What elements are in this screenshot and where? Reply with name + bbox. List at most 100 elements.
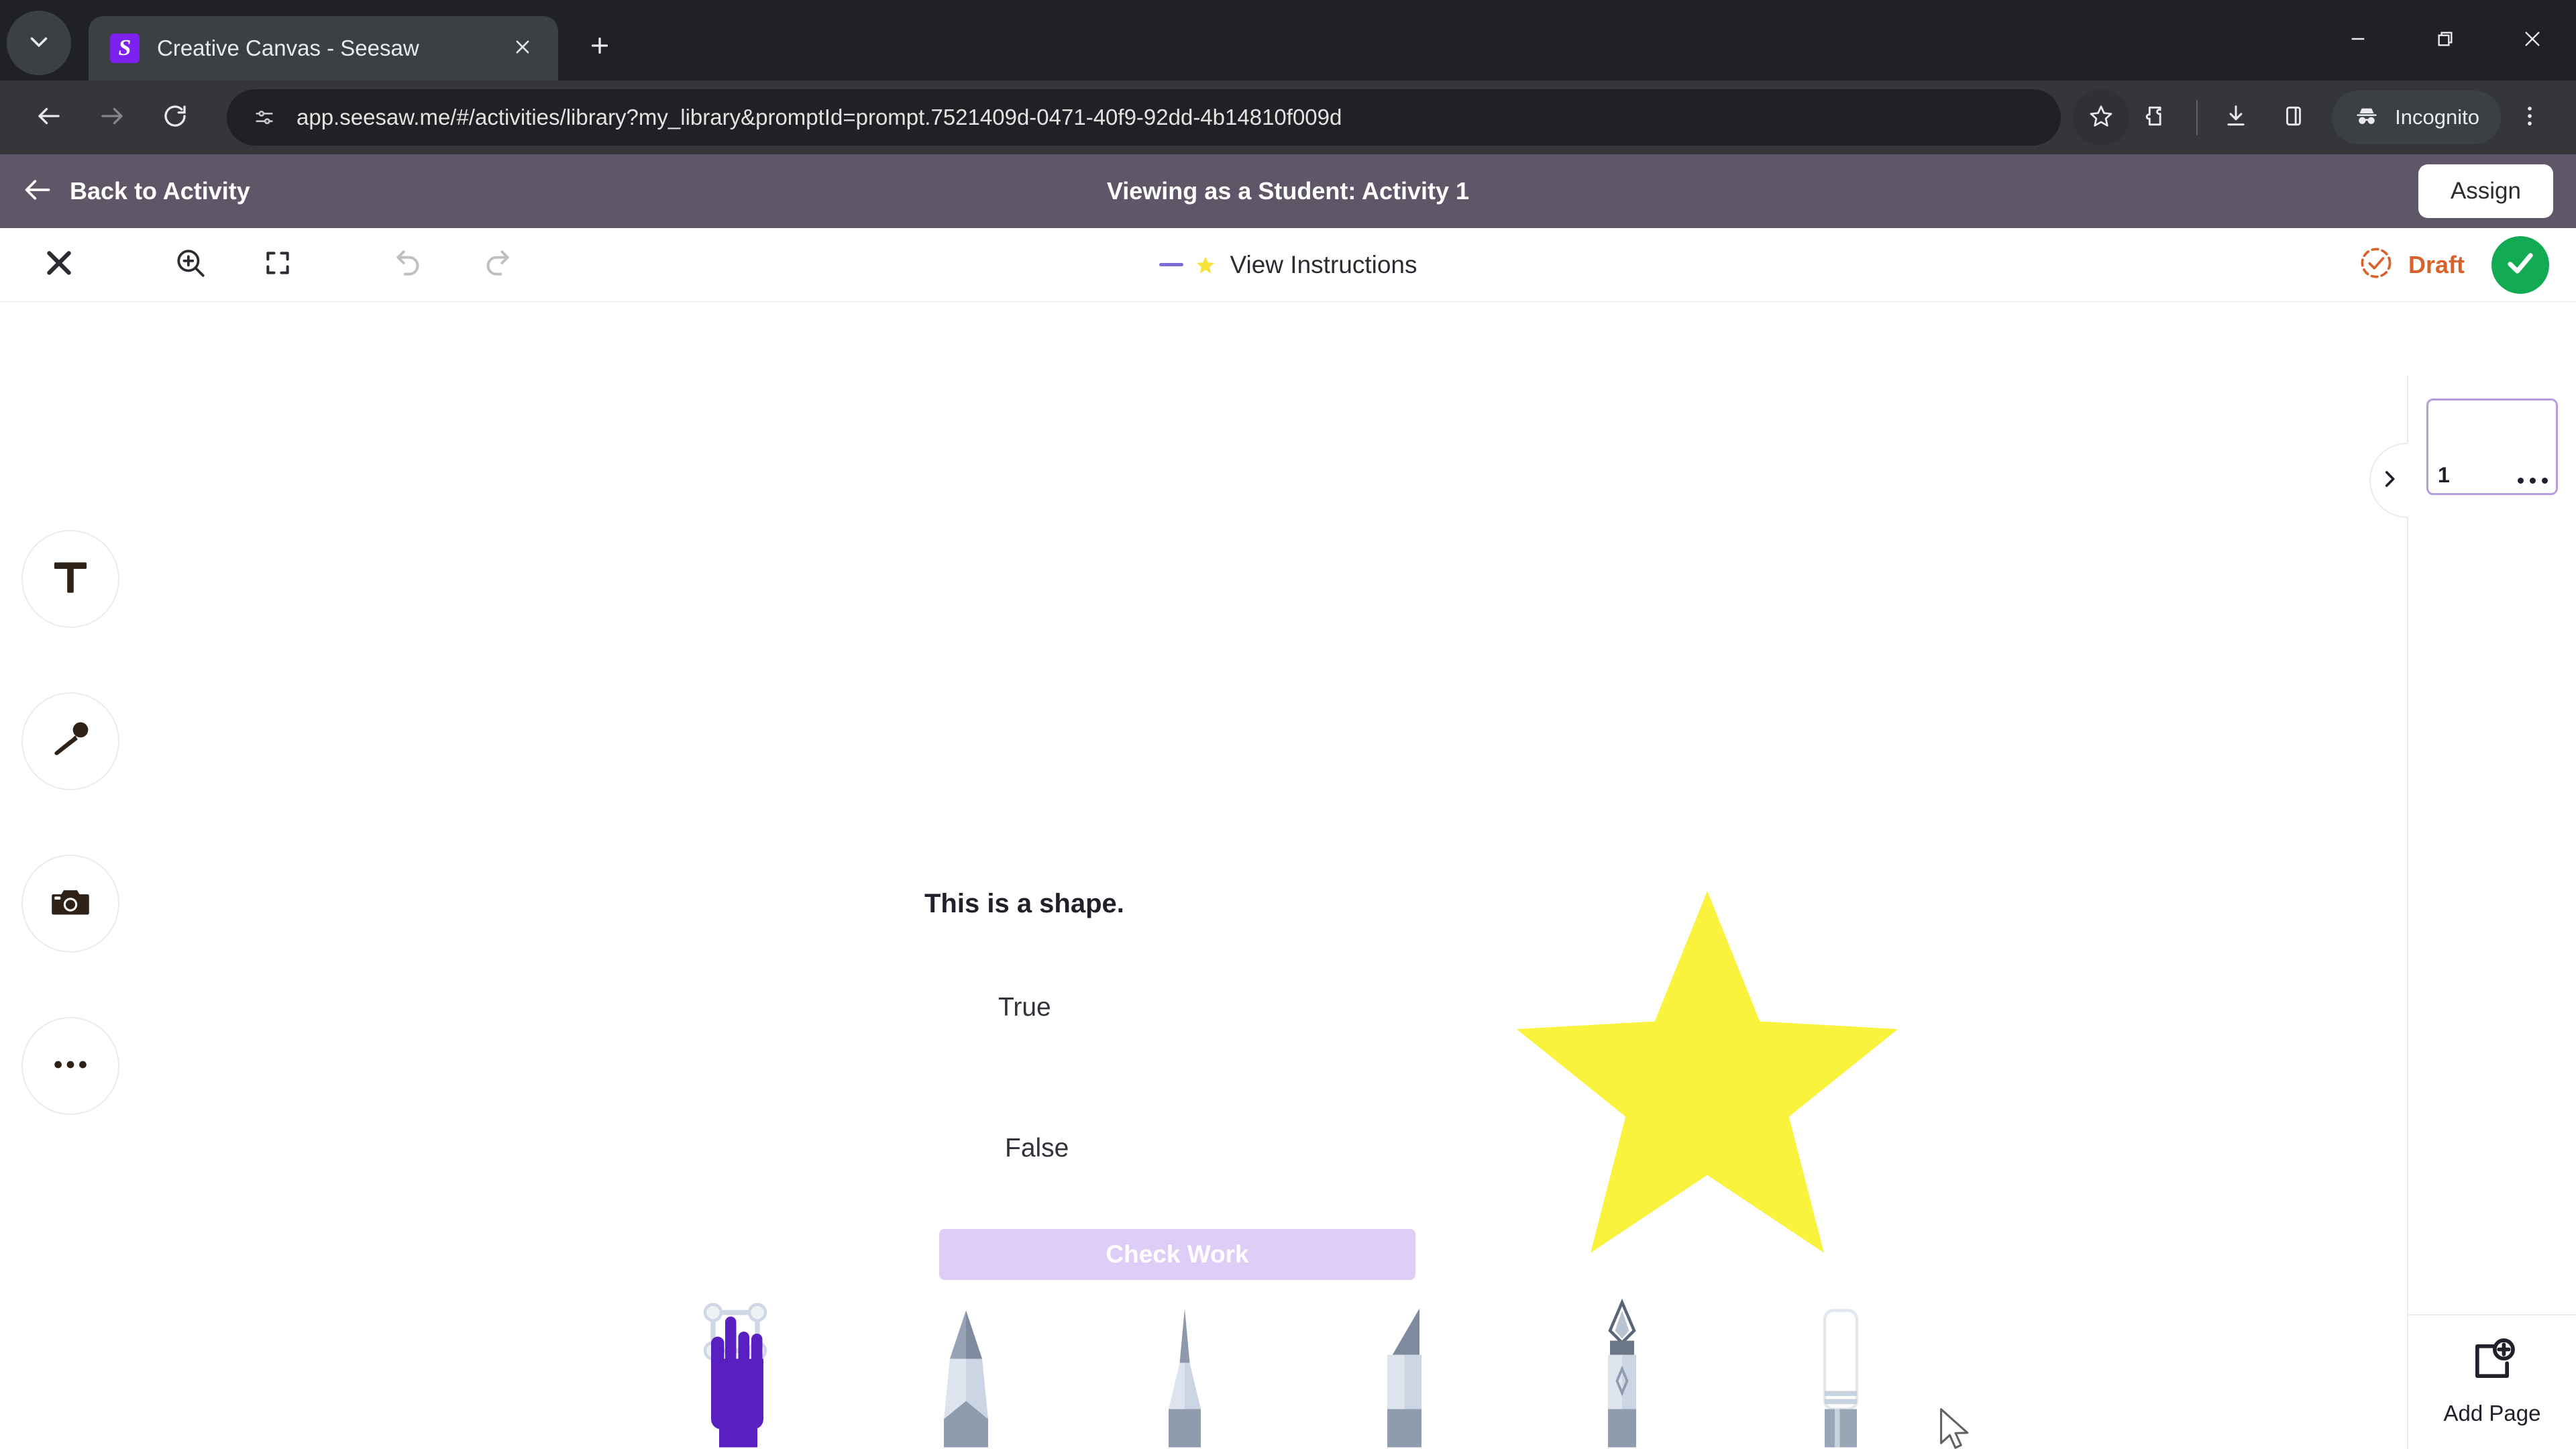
add-page-button[interactable]: Add Page — [2408, 1314, 2576, 1449]
assign-button[interactable]: Assign — [2418, 164, 2553, 218]
microphone-tool-button[interactable] — [21, 692, 119, 790]
star-shape[interactable] — [1513, 882, 1902, 1258]
microphone-icon — [48, 717, 93, 766]
minimize-icon — [2347, 28, 2369, 53]
undo-button[interactable] — [377, 233, 441, 297]
forward-button[interactable] — [80, 86, 144, 149]
extensions-button[interactable] — [2129, 89, 2187, 146]
address-bar[interactable]: app.seesaw.me/#/activities/library?my_li… — [227, 89, 2061, 146]
camera-icon — [48, 879, 93, 928]
zoom-in-button[interactable] — [158, 233, 223, 297]
page-thumbnail[interactable]: 1 — [2426, 398, 2558, 495]
redo-icon — [480, 246, 513, 283]
page-panel: 1 Add Page — [2369, 376, 2576, 1449]
option-false[interactable]: False — [1005, 1134, 1069, 1163]
redo-button[interactable] — [464, 233, 529, 297]
close-icon — [42, 246, 76, 283]
side-panel-icon — [2281, 103, 2306, 132]
app-header: Back to Activity Viewing as a Student: A… — [0, 154, 2576, 228]
page-menu-button[interactable] — [2518, 478, 2548, 484]
back-to-activity-button[interactable]: Back to Activity — [23, 175, 250, 208]
left-tool-rail — [0, 376, 141, 1449]
downloads-icon — [2223, 103, 2249, 132]
marker-tool[interactable] — [1353, 1295, 1454, 1449]
close-window-button[interactable] — [2489, 0, 2576, 80]
more-horizontal-icon — [2530, 478, 2536, 484]
arrow-right-icon — [98, 102, 126, 133]
bookmark-button[interactable] — [2073, 89, 2130, 146]
canvas-toolbar: View Instructions Draft — [0, 228, 2576, 302]
browser-toolbar: app.seesaw.me/#/activities/library?my_li… — [0, 80, 2576, 154]
browser-chrome: S Creative Canvas - Seesaw app.seesaw.me… — [0, 0, 2576, 154]
extensions-puzzle-icon — [2145, 103, 2171, 132]
check-icon — [2503, 246, 2538, 284]
browser-tab[interactable]: S Creative Canvas - Seesaw — [89, 16, 558, 80]
fullscreen-icon — [263, 248, 292, 281]
option-true[interactable]: True — [998, 993, 1051, 1022]
site-settings-icon[interactable] — [250, 103, 279, 132]
more-tools-button[interactable] — [21, 1017, 119, 1115]
check-work-button[interactable]: Check Work — [939, 1229, 1415, 1280]
url-text: app.seesaw.me/#/activities/library?my_li… — [297, 105, 1342, 129]
close-icon — [2522, 28, 2543, 53]
incognito-label: Incognito — [2395, 105, 2479, 129]
back-button[interactable] — [17, 86, 80, 149]
close-canvas-button[interactable] — [27, 233, 91, 297]
page-number: 1 — [2438, 463, 2450, 487]
incognito-indicator[interactable]: Incognito — [2332, 91, 2501, 144]
text-icon — [48, 555, 93, 604]
add-page-label: Add Page — [2443, 1401, 2541, 1426]
tab-title: Creative Canvas - Seesaw — [157, 36, 419, 60]
tab-close-button[interactable] — [504, 30, 541, 66]
close-icon — [513, 38, 532, 60]
toolbar-divider — [2196, 100, 2198, 135]
side-panel-button[interactable] — [2265, 89, 2322, 146]
reload-button[interactable] — [144, 86, 207, 149]
pencil-tool[interactable] — [916, 1295, 1016, 1449]
view-instructions-button[interactable]: View Instructions — [1159, 251, 1417, 279]
undo-icon — [392, 246, 426, 283]
back-to-activity-label: Back to Activity — [70, 177, 250, 205]
fountain-pen-tool[interactable] — [1572, 1295, 1672, 1449]
zoom-in-icon — [174, 246, 207, 283]
tab-strip: S Creative Canvas - Seesaw — [0, 0, 2576, 80]
instruction-dash — [1159, 263, 1183, 266]
fullscreen-button[interactable] — [246, 233, 310, 297]
minimize-window-button[interactable] — [2314, 0, 2402, 80]
browser-menu-button[interactable] — [2501, 89, 2559, 146]
restore-window-button[interactable] — [2402, 0, 2489, 80]
drawing-tool-tray — [141, 1281, 2407, 1449]
star-outline-icon — [2088, 103, 2114, 132]
seesaw-favicon: S — [110, 34, 140, 63]
more-horizontal-icon — [48, 1042, 93, 1091]
main-area: This is a shape. True False Check Work 1… — [0, 376, 2576, 1449]
view-instructions-label: View Instructions — [1230, 250, 1417, 278]
add-page-icon — [2467, 1336, 2518, 1390]
reload-icon — [161, 102, 189, 133]
prompt-text: This is a shape. — [924, 889, 1124, 918]
page-title: Viewing as a Student: Activity 1 — [1106, 177, 1470, 205]
pen-tool[interactable] — [1134, 1295, 1235, 1449]
text-tool-button[interactable] — [21, 530, 119, 628]
star-icon — [1195, 255, 1216, 275]
more-horizontal-icon — [2518, 478, 2524, 484]
hand-tool[interactable] — [697, 1295, 798, 1449]
canvas[interactable]: This is a shape. True False Check Work — [141, 376, 2407, 1449]
arrow-left-icon — [23, 175, 52, 208]
draft-check-circle-icon — [2359, 246, 2394, 284]
eraser-tool[interactable] — [1790, 1295, 1891, 1449]
new-tab-button[interactable] — [573, 20, 627, 74]
downloads-button[interactable] — [2207, 89, 2265, 146]
camera-tool-button[interactable] — [21, 855, 119, 953]
draft-status-badge[interactable]: Draft — [2359, 246, 2465, 284]
tab-search-button[interactable] — [7, 11, 71, 75]
arrow-left-icon — [35, 102, 63, 133]
canvas-toolbar-right: Draft — [2359, 235, 2549, 294]
plus-icon — [588, 34, 612, 61]
window-controls — [2314, 0, 2576, 80]
draft-label: Draft — [2408, 250, 2465, 278]
more-vertical-icon — [2517, 103, 2542, 132]
done-button[interactable] — [2491, 235, 2549, 294]
chevron-down-icon — [27, 30, 51, 57]
incognito-icon — [2353, 103, 2380, 133]
